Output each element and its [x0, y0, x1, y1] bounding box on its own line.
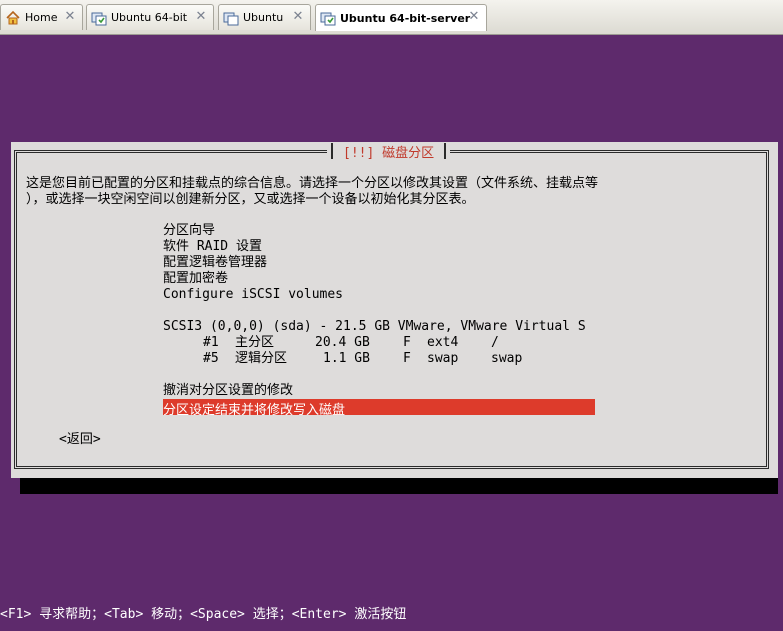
tab-ubuntu[interactable]: Ubuntu ✕ — [218, 4, 311, 30]
menu-item-software-raid[interactable]: 软件 RAID 设置 — [163, 239, 262, 255]
partition-size: 1.1 GB — [323, 351, 370, 366]
partition-type: 主分区 — [235, 335, 275, 350]
disk-sda[interactable]: SCSI3 (0,0,0) (sda) - 21.5 GB VMware, VM… — [163, 319, 586, 335]
tab-ubuntu-64-bit-server[interactable]: Ubuntu 64-bit-server ✕ — [315, 4, 487, 31]
close-icon[interactable]: ✕ — [468, 10, 480, 23]
description-line-1: 这是您目前已配置的分区和挂载点的综合信息。请选择一个分区以修改其设置（文件系统、… — [26, 176, 599, 191]
vm-icon — [320, 10, 336, 26]
menu-item-finish-label: 分区设定结束并将修改写入磁盘 — [163, 403, 346, 418]
tab-label: Ubuntu 64-bit-server — [340, 11, 471, 25]
tab-label: Ubuntu 64-bit — [111, 11, 188, 24]
close-icon[interactable]: ✕ — [64, 10, 76, 23]
partition-mount: swap — [491, 351, 523, 366]
partition-flag: F — [403, 351, 411, 366]
partition-size: 20.4 GB — [315, 335, 370, 350]
vm-icon — [91, 10, 107, 26]
tab-label: Ubuntu — [243, 11, 284, 24]
home-icon — [5, 10, 21, 26]
partition-num[interactable]: #5 — [203, 351, 219, 367]
partition-flag: F — [403, 335, 411, 350]
menu-item-iscsi[interactable]: Configure iSCSI volumes — [163, 287, 343, 303]
tab-home[interactable]: Home ✕ — [0, 4, 83, 30]
vm-icon — [223, 10, 239, 26]
partition-num[interactable]: #1 — [203, 335, 219, 351]
menu-item-encrypted-volumes[interactable]: 配置加密卷 — [163, 271, 228, 287]
partition-fs: swap — [427, 351, 459, 366]
keyboard-help: <F1> 寻求帮助；<Tab> 移动；<Space> 选择；<Enter> 激活… — [0, 607, 407, 622]
menu-item-guided-partitioning[interactable]: 分区向导 — [163, 223, 215, 239]
menu-item-lvm[interactable]: 配置逻辑卷管理器 — [163, 255, 267, 271]
menu-item-finish-partitioning[interactable]: 分区设定结束并将修改写入磁盘 — [163, 399, 595, 418]
back-button[interactable]: <返回> — [59, 432, 101, 448]
tab-ubuntu-64-bit[interactable]: Ubuntu 64-bit ✕ — [86, 4, 214, 30]
close-icon[interactable]: ✕ — [195, 10, 207, 23]
menu-item-undo-changes[interactable]: 撤消对分区设置的修改 — [163, 383, 293, 399]
description-line-2: ），或选择一块空闲空间以创建新分区，又或选择一个设备以初始化其分区表。 — [26, 192, 475, 207]
dialog-title-box: [!!] 磁盘分区 — [327, 143, 451, 161]
dialog-title: [!!] 磁盘分区 — [343, 145, 435, 161]
partition-dialog: [!!] 磁盘分区 这是您目前已配置的分区和挂载点的综合信息。请选择一个分区以修… — [11, 142, 778, 478]
close-icon[interactable]: ✕ — [292, 10, 304, 23]
partition-mount: / — [491, 335, 499, 350]
tab-label: Home — [25, 11, 58, 24]
tab-bar: Home ✕ Ubuntu 64-bit ✕ Ubuntu ✕ Ubuntu 6… — [0, 0, 783, 35]
partition-fs: ext4 — [427, 335, 459, 350]
partition-type: 逻辑分区 — [235, 351, 288, 366]
